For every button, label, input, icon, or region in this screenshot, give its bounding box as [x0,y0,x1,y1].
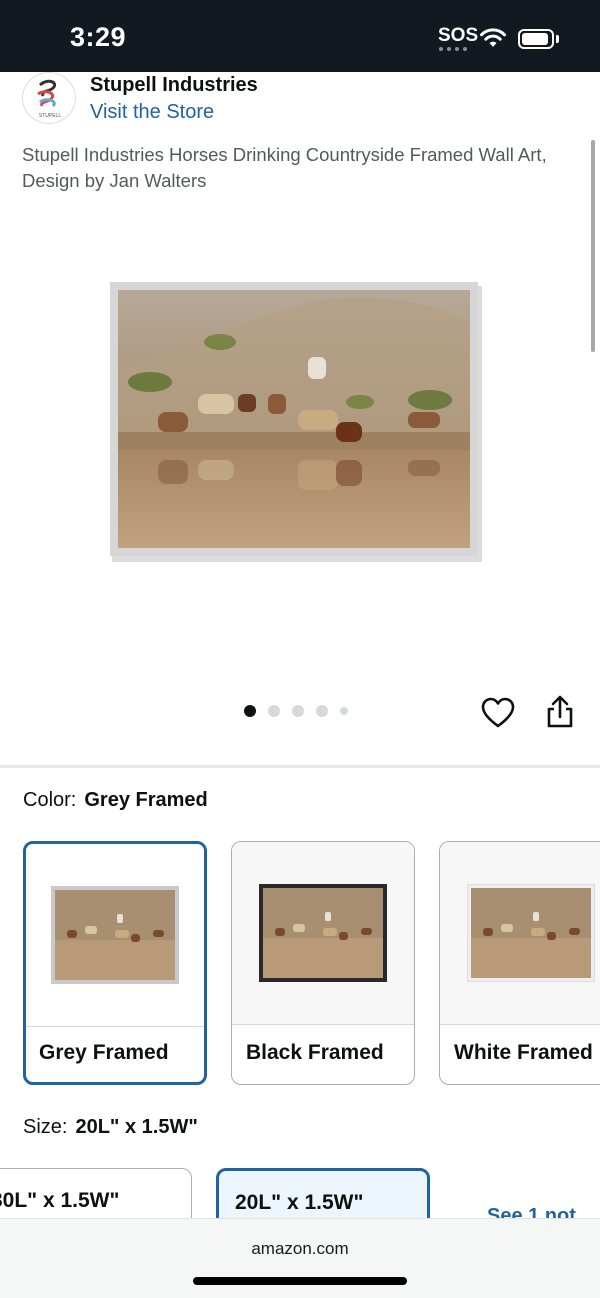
swatch-label: Grey Framed [39,1041,169,1064]
size-label: Size: 20L" x 1.5W" [23,1116,198,1138]
gallery-dot-3[interactable] [292,705,304,717]
brand-logo[interactable]: STUPELL [22,72,76,124]
size-selected-value: 20L" x 1.5W" [75,1116,198,1138]
gallery-dot-5[interactable] [340,707,348,715]
url-bar[interactable]: amazon.com [0,1239,600,1259]
color-option-white-framed[interactable]: White Framed [439,841,600,1085]
wifi-icon [480,28,506,47]
gallery-pagination[interactable] [244,705,348,717]
product-image[interactable] [110,282,482,562]
home-indicator[interactable] [193,1277,407,1285]
gallery-dot-2[interactable] [268,705,280,717]
page-scrollbar[interactable] [591,140,595,352]
size-option-label: 20L" x 1.5W" [235,1191,364,1214]
swatch-image [232,842,414,1025]
browser-bottom-bar: amazon.com [0,1218,600,1298]
swatch-image [440,842,600,1025]
product-title: Stupell Industries Horses Drinking Count… [22,144,547,191]
heart-icon[interactable] [481,697,515,729]
color-selected-value: Grey Framed [84,789,208,811]
swatch-label: White Framed [454,1041,593,1064]
size-option-label: 30L" x 1.5W" [0,1189,120,1212]
color-option-black-framed[interactable]: Black Framed [231,841,415,1085]
color-option-grey-framed[interactable]: Grey Framed [23,841,207,1085]
color-label: Color: Grey Framed [23,789,208,811]
battery-icon [518,29,554,49]
signal-dots-icon [439,47,467,51]
sos-indicator: SOS [438,25,479,46]
swatch-image [26,844,204,1027]
share-icon[interactable] [545,695,575,729]
status-bar: 3:29 SOS [0,0,600,72]
gallery-dot-4[interactable] [316,705,328,717]
gallery-dot-1[interactable] [244,705,256,717]
status-time: 3:29 [70,22,127,52]
visit-store-link[interactable]: Visit the Store [90,101,214,124]
section-divider [0,765,600,768]
swatch-label: Black Framed [246,1041,384,1064]
battery-tip [556,35,559,43]
brand-name: Stupell Industries [90,74,258,96]
svg-text:STUPELL: STUPELL [39,113,61,119]
